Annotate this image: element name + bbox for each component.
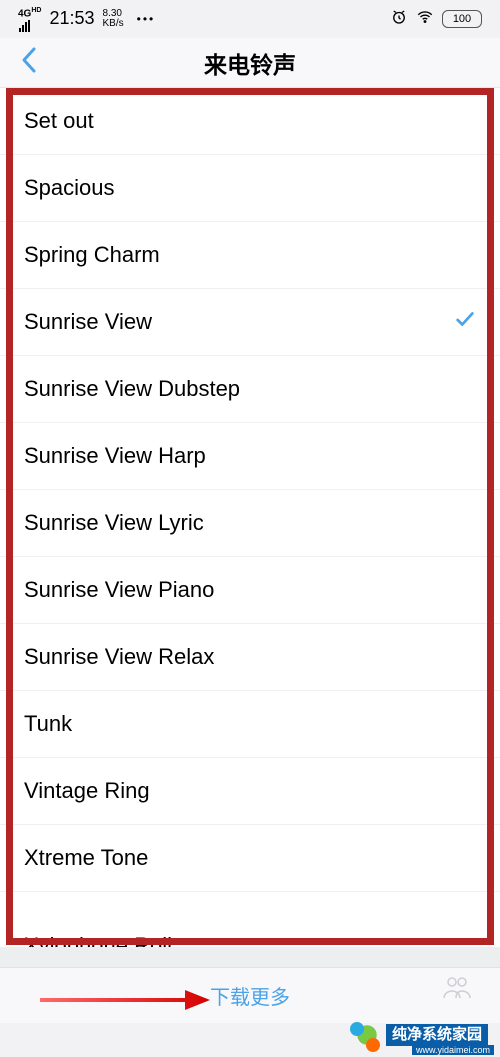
ringtone-item[interactable]: Set out <box>0 88 500 155</box>
ringtone-name: Spring Charm <box>24 242 160 268</box>
watermark-text: 纯净系统家园 <box>386 1024 488 1046</box>
ringtone-name: Sunrise View Relax <box>24 644 214 670</box>
clock: 21:53 <box>49 8 94 29</box>
ringtone-item[interactable]: Spring Charm <box>0 222 500 289</box>
network-indicator: 4GHD <box>18 6 41 31</box>
annotation-arrow-icon <box>35 980 215 1020</box>
footer-gap <box>0 947 500 967</box>
battery-icon: 100 <box>442 10 482 28</box>
ringtone-name: Spacious <box>24 175 115 201</box>
ringtone-item[interactable]: Spacious <box>0 155 500 222</box>
ringtone-name: Vintage Ring <box>24 778 150 804</box>
ringtone-item[interactable]: Xtreme Tone <box>0 825 500 892</box>
page-title: 来电铃声 <box>0 46 500 80</box>
status-right: 100 <box>390 8 482 30</box>
ringtone-name: Xylophone Roll <box>24 933 172 947</box>
ringtone-item[interactable]: Sunrise View Lyric <box>0 490 500 557</box>
ringtone-item[interactable]: Tunk <box>0 691 500 758</box>
ringtone-item[interactable]: Sunrise View Dubstep <box>0 356 500 423</box>
download-more-button[interactable]: 下载更多 <box>210 981 290 1010</box>
net-speed: 8.30 KB/s <box>103 9 124 29</box>
ringtone-list-container: Set out Spacious Spring Charm Sunrise View S… <box>0 88 500 947</box>
ringtone-item[interactable]: Sunrise View Harp <box>0 423 500 490</box>
ringtone-item[interactable]: Sunrise View Piano <box>0 557 500 624</box>
checkmark-icon <box>454 308 476 336</box>
ringtone-name: Tunk <box>24 711 72 737</box>
watermark-url: www.yidaimei.com <box>412 1045 494 1055</box>
contacts-icon[interactable] <box>442 974 472 1007</box>
ringtone-item[interactable]: Sunrise View <box>0 289 500 356</box>
ringtone-name: Sunrise View Harp <box>24 443 206 469</box>
ringtone-name: Set out <box>24 108 94 134</box>
status-left: 4GHD 21:53 8.30 KB/s ••• <box>18 6 155 31</box>
watermark: 纯净系统家园 www.yidaimei.com <box>350 1013 500 1057</box>
ringtone-name: Sunrise View Lyric <box>24 510 204 536</box>
more-dots-icon: ••• <box>137 12 156 26</box>
ringtone-item[interactable]: Xylophone Roll <box>0 892 500 947</box>
status-bar: 4GHD 21:53 8.30 KB/s ••• 100 <box>0 0 500 38</box>
wifi-icon <box>416 8 434 30</box>
ringtone-name: Xtreme Tone <box>24 845 148 871</box>
ringtone-list[interactable]: Set out Spacious Spring Charm Sunrise View S… <box>0 88 500 947</box>
back-button[interactable] <box>20 45 38 81</box>
ringtone-name: Sunrise View Dubstep <box>24 376 240 402</box>
alarm-icon <box>390 8 408 30</box>
ringtone-item[interactable]: Vintage Ring <box>0 758 500 825</box>
ringtone-name: Sunrise View Piano <box>24 577 214 603</box>
ringtone-name: Sunrise View <box>24 309 152 335</box>
page-header: 来电铃声 <box>0 38 500 88</box>
watermark-logo-icon <box>350 1018 384 1052</box>
ringtone-item[interactable]: Sunrise View Relax <box>0 624 500 691</box>
